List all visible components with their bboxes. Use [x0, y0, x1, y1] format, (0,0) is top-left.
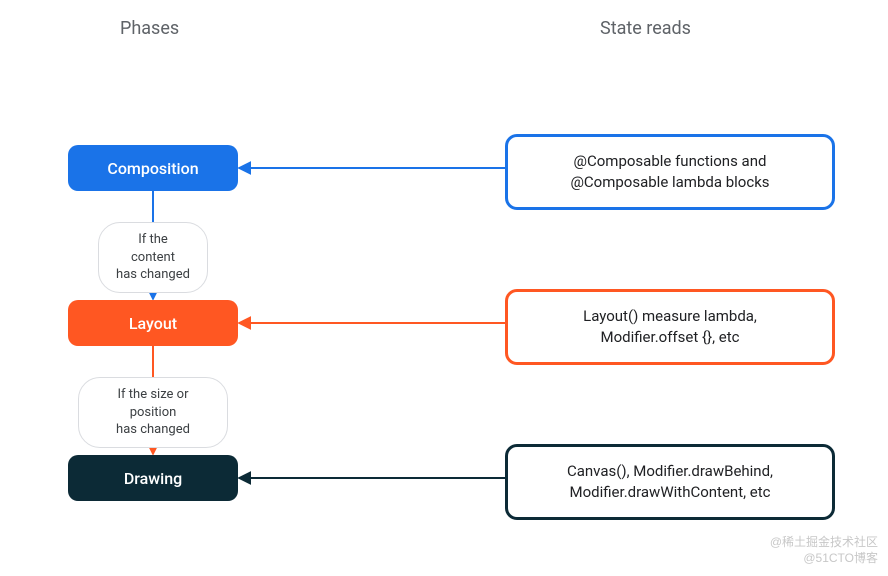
phase-drawing: Drawing: [68, 455, 238, 501]
watermark-2: @51CTO博客: [803, 549, 878, 566]
phase-drawing-label: Drawing: [124, 469, 182, 488]
phases-header: Phases: [120, 18, 179, 39]
state-read-drawing-text: Canvas(), Modifier.drawBehind,Modifier.d…: [567, 461, 773, 503]
state-read-layout: Layout() measure lambda,Modifier.offset …: [505, 289, 835, 365]
watermark-1: @稀土掘金技术社区: [770, 533, 878, 550]
state-read-layout-text: Layout() measure lambda,Modifier.offset …: [583, 306, 757, 348]
phase-composition-label: Composition: [107, 159, 198, 178]
phase-composition: Composition: [68, 145, 238, 191]
state-read-drawing: Canvas(), Modifier.drawBehind,Modifier.d…: [505, 444, 835, 520]
phase-layout: Layout: [68, 300, 238, 346]
transition-content-changed: If the contenthas changed: [98, 222, 208, 293]
state-read-composition-text: @Composable functions and@Composable lam…: [570, 151, 769, 193]
state-reads-header: State reads: [600, 18, 691, 39]
transition-size-changed: If the size or positionhas changed: [78, 377, 228, 448]
phase-layout-label: Layout: [129, 314, 177, 333]
state-read-composition: @Composable functions and@Composable lam…: [505, 134, 835, 210]
